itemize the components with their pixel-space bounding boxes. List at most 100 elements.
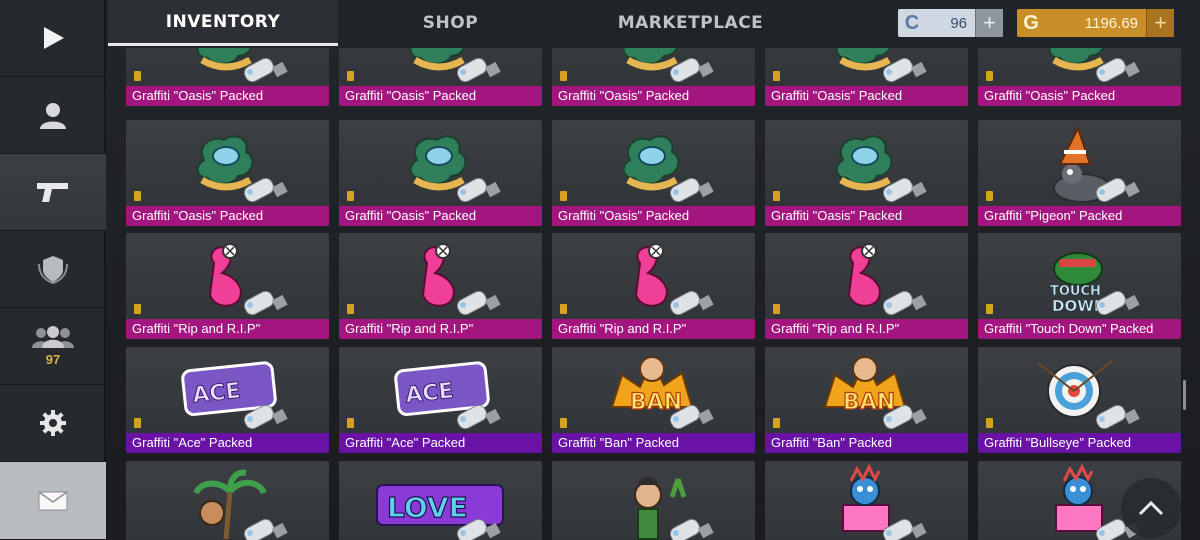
item-name: Graffiti "Rip and R.I.P": [339, 319, 542, 339]
inventory-item[interactable]: Graffiti "Oasis" Packed: [765, 48, 968, 106]
inventory-item[interactable]: BAN Graffiti "Ban" Packed: [765, 347, 968, 453]
spray-can-icon: [243, 290, 288, 316]
item-name: Graffiti "Ace" Packed: [339, 433, 542, 453]
rank-badge-icon: [38, 256, 68, 284]
coin-icon: [773, 191, 780, 201]
item-name: Graffiti "Oasis" Packed: [126, 86, 329, 106]
coin-icon: [560, 304, 567, 314]
friends-count: 97: [45, 351, 61, 367]
coin-icon: [986, 71, 993, 81]
tab-shop[interactable]: SHOP: [338, 0, 563, 46]
coin-icon: [347, 71, 354, 81]
item-name: Graffiti "Oasis" Packed: [126, 206, 329, 226]
item-name: Graffiti "Oasis" Packed: [765, 86, 968, 106]
sidebar-item-profile[interactable]: [0, 77, 106, 154]
gold-add-button[interactable]: +: [1146, 9, 1174, 37]
inventory-item[interactable]: Graffiti "Oasis" Packed: [339, 120, 542, 226]
inventory-item[interactable]: Graffiti "Oasis" Packed: [552, 120, 755, 226]
silver-add-button[interactable]: +: [975, 9, 1003, 37]
mail-icon: [38, 490, 68, 510]
item-name: Graffiti "Rip and R.I.P": [765, 319, 968, 339]
cactus-graffiti-image: [634, 477, 714, 540]
svg-text:LOVE: LOVE: [387, 491, 468, 524]
inventory-item[interactable]: ACE Graffiti "Ace" Packed: [339, 347, 542, 453]
gear-icon: [40, 410, 66, 436]
spray-can-icon: [456, 290, 501, 316]
tab-inventory[interactable]: INVENTORY: [108, 0, 338, 46]
inventory-item[interactable]: [552, 461, 755, 540]
inventory-item[interactable]: Graffiti "Rip and R.I.P": [765, 233, 968, 339]
item-name: Graffiti "Rip and R.I.P": [552, 319, 755, 339]
coin-icon: [986, 304, 993, 314]
item-name: Graffiti "Oasis" Packed: [765, 206, 968, 226]
sidebar-item-friends[interactable]: 97: [0, 308, 106, 385]
inventory-item[interactable]: Graffiti "Oasis" Packed: [978, 48, 1181, 106]
inventory-item[interactable]: ACE Graffiti "Ace" Packed: [126, 347, 329, 453]
item-name: Graffiti "Pigeon" Packed: [978, 206, 1181, 226]
inventory-item[interactable]: Graffiti "Oasis" Packed: [552, 48, 755, 106]
coin-icon: [134, 418, 141, 428]
sidebar-item-inventory[interactable]: [0, 154, 106, 231]
gold-coin-icon: G: [1023, 11, 1039, 34]
item-name: Graffiti "Touch Down" Packed: [978, 319, 1181, 339]
inventory-item[interactable]: TOUCH DOWN Graffiti "Touch Down" Packed: [978, 233, 1181, 339]
silver-coin-icon: C: [904, 11, 920, 34]
coin-icon: [773, 418, 780, 428]
inventory-item[interactable]: Graffiti "Oasis" Packed: [339, 48, 542, 106]
item-name: Graffiti "Oasis" Packed: [552, 206, 755, 226]
inventory-item[interactable]: Graffiti "Bullseye" Packed: [978, 347, 1181, 453]
inventory-item[interactable]: Graffiti "Rip and R.I.P": [552, 233, 755, 339]
svg-text:BAN: BAN: [630, 390, 682, 415]
item-name: Graffiti "Ban" Packed: [765, 433, 968, 453]
coin-icon: [347, 191, 354, 201]
coin-icon: [986, 191, 993, 201]
sidebar-item-mail[interactable]: [0, 462, 106, 540]
inventory-grid: Graffiti "Oasis" Packed Graffiti "Oasis" …: [108, 48, 1200, 540]
silver-balance: 96: [950, 14, 967, 32]
spray-can-icon: [1095, 404, 1140, 430]
coin-icon: [134, 191, 141, 201]
spray-can-icon: [669, 290, 714, 316]
item-name: Graffiti "Bullseye" Packed: [978, 433, 1181, 453]
scrollbar[interactable]: [1183, 380, 1186, 410]
inventory-item[interactable]: [126, 461, 329, 540]
pistol-icon: [37, 183, 68, 202]
app-window: 97 INVENTORY SHOP MARKETPLACE C 96 + G 1…: [0, 0, 1200, 540]
play-icon: [44, 27, 64, 49]
item-name: Graffiti "Ban" Packed: [552, 433, 755, 453]
cake-graffiti-image: [842, 463, 927, 540]
inventory-item[interactable]: Graffiti "Rip and R.I.P": [339, 233, 542, 339]
user-icon: [40, 103, 66, 129]
inventory-item[interactable]: BAN Graffiti "Ban" Packed: [552, 347, 755, 453]
sidebar-item-settings[interactable]: [0, 385, 106, 462]
sidebar-item-play[interactable]: [0, 0, 106, 77]
inventory-item[interactable]: Graffiti "Pigeon" Packed: [978, 120, 1181, 226]
silver-currency: C 96 +: [898, 9, 1003, 37]
inventory-item[interactable]: Graffiti "Rip and R.I.P": [126, 233, 329, 339]
inventory-item[interactable]: Graffiti "Oasis" Packed: [126, 120, 329, 226]
coin-icon: [773, 71, 780, 81]
svg-text:ACE: ACE: [404, 379, 455, 409]
coin-icon: [347, 304, 354, 314]
inventory-item[interactable]: [765, 461, 968, 540]
coin-icon: [773, 304, 780, 314]
chevron-up-icon: [1138, 500, 1164, 516]
inventory-item[interactable]: LOVE: [339, 461, 542, 540]
spray-can-icon: [882, 290, 927, 316]
sidebar-item-rank[interactable]: [0, 231, 106, 308]
coin-icon: [347, 418, 354, 428]
coin-icon: [560, 71, 567, 81]
inventory-item[interactable]: Graffiti "Oasis" Packed: [765, 120, 968, 226]
item-name: Graffiti "Oasis" Packed: [339, 206, 542, 226]
coin-icon: [560, 191, 567, 201]
gold-balance: 1196.69: [1084, 14, 1138, 32]
gold-currency: G 1196.69 +: [1017, 9, 1174, 37]
coin-icon: [986, 418, 993, 428]
sidebar: 97: [0, 0, 106, 540]
scroll-to-top-button[interactable]: [1121, 478, 1181, 538]
item-name: Graffiti "Rip and R.I.P": [126, 319, 329, 339]
tab-marketplace[interactable]: MARKETPLACE: [563, 0, 818, 46]
inventory-item[interactable]: Graffiti "Oasis" Packed: [126, 48, 329, 106]
love-graffiti-image: LOVE: [376, 484, 504, 540]
item-name: Graffiti "Oasis" Packed: [339, 86, 542, 106]
